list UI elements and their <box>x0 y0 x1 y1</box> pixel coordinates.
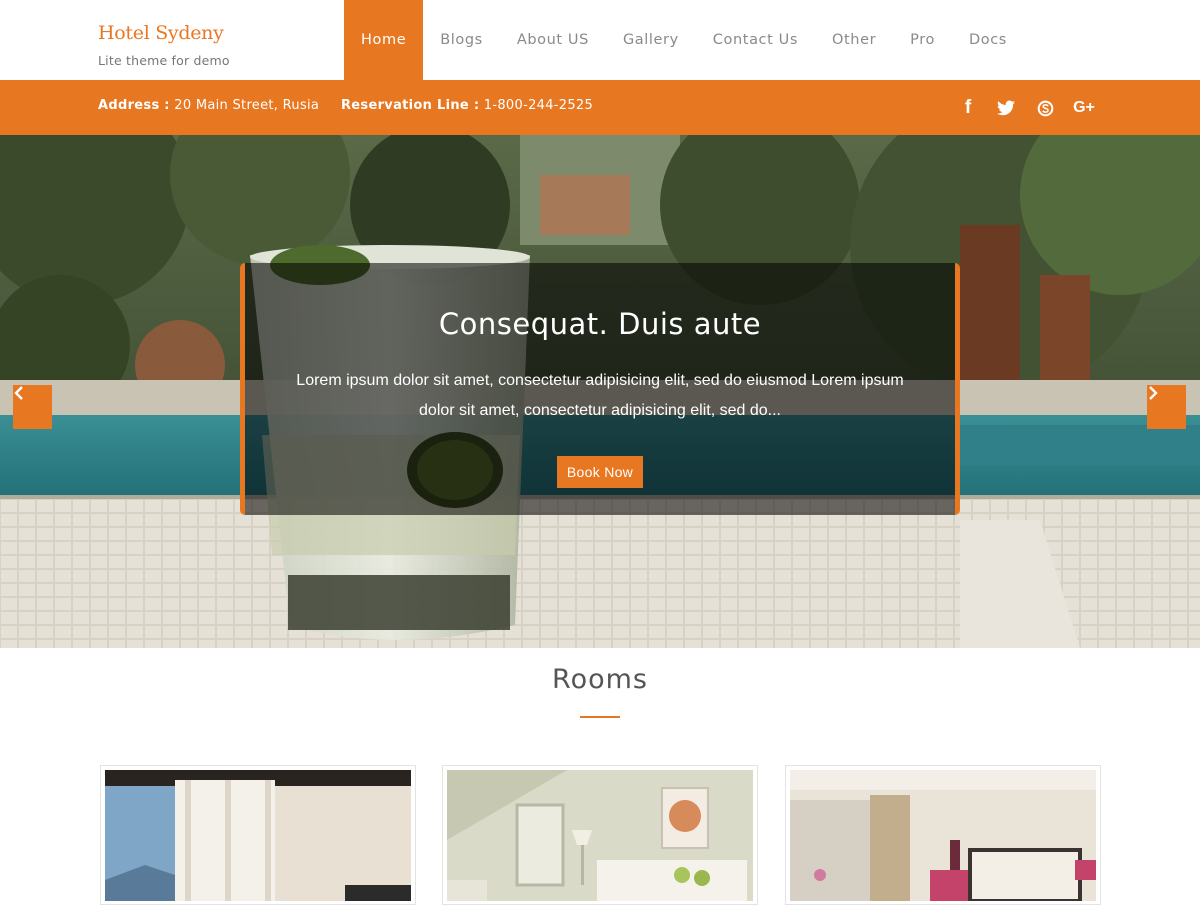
reservation-value: 1-800-244-2525 <box>483 98 594 113</box>
chevron-left-icon <box>14 386 23 400</box>
book-now-button[interactable]: Book Now <box>556 456 644 488</box>
nav-item-blogs[interactable]: Blogs <box>423 0 500 80</box>
nav-item-home[interactable]: Home <box>344 0 424 80</box>
room-card[interactable] <box>785 765 1101 905</box>
main-nav: Home Blogs About US Gallery Contact Us O… <box>344 0 1024 80</box>
site-title[interactable]: Hotel Sydeny <box>98 22 230 44</box>
nav-item-docs[interactable]: Docs <box>952 0 1024 80</box>
rooms-heading: Rooms <box>552 664 648 695</box>
address-value: 20 Main Street, Rusia <box>174 98 320 113</box>
nav-item-about[interactable]: About US <box>500 0 606 80</box>
nav-item-pro[interactable]: Pro <box>893 0 952 80</box>
rooms-heading-underline <box>580 716 620 718</box>
reservation-info: Reservation Line : 1-800-244-2525 <box>341 98 593 113</box>
facebook-icon[interactable]: f <box>956 96 980 120</box>
room-card[interactable] <box>100 765 416 905</box>
google-plus-icon[interactable]: G+ <box>1070 96 1098 120</box>
nav-item-contact[interactable]: Contact Us <box>696 0 815 80</box>
site-header: Hotel Sydeny Lite theme for demo Home Bl… <box>0 0 1200 80</box>
slider-prev-button[interactable] <box>13 385 52 429</box>
nav-item-gallery[interactable]: Gallery <box>606 0 696 80</box>
address-label: Address : <box>98 98 170 113</box>
chevron-right-icon <box>1149 386 1158 400</box>
site-tagline: Lite theme for demo <box>98 53 230 68</box>
room-image <box>790 770 1096 901</box>
room-card[interactable] <box>442 765 758 905</box>
room-image <box>447 770 753 901</box>
nav-item-other[interactable]: Other <box>815 0 893 80</box>
twitter-icon[interactable] <box>994 96 1018 120</box>
reservation-label: Reservation Line : <box>341 98 480 113</box>
room-image <box>105 770 411 901</box>
slider-next-button[interactable] <box>1147 385 1186 429</box>
address-info: Address : 20 Main Street, Rusia <box>98 98 319 113</box>
slide-title: Consequat. Duis aute <box>438 307 762 341</box>
skype-icon[interactable] <box>1033 96 1057 120</box>
slide-caption: Consequat. Duis aute Lorem ipsum dolor s… <box>240 263 960 515</box>
brand[interactable]: Hotel Sydeny Lite theme for demo <box>98 22 230 68</box>
slide-text: Lorem ipsum dolor sit amet, consectetur … <box>296 372 904 419</box>
info-bar: Address : 20 Main Street, Rusia Reservat… <box>0 80 1200 135</box>
hero-slider: Consequat. Duis aute Lorem ipsum dolor s… <box>0 135 1200 648</box>
